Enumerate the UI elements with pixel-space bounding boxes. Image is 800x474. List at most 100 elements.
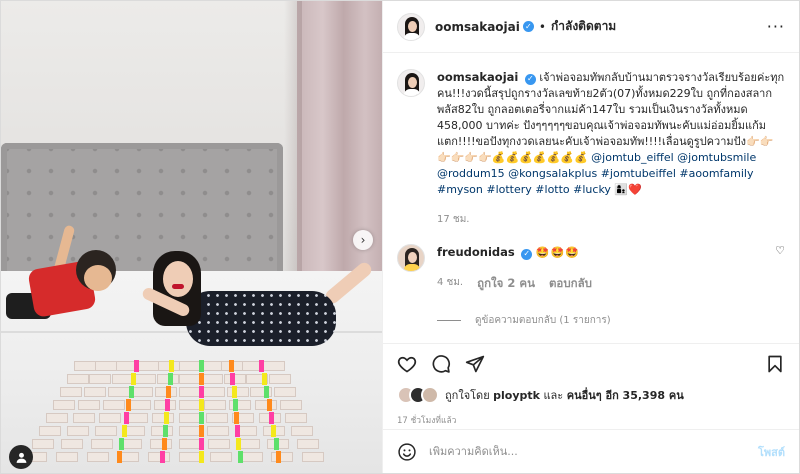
lottery-ticket — [39, 426, 61, 436]
lottery-ticket — [240, 452, 263, 462]
lottery-ticket — [263, 361, 285, 371]
tagged-users-button[interactable] — [9, 445, 33, 469]
lottery-ticket — [55, 452, 78, 462]
lottery-ticket — [274, 387, 297, 397]
lottery-ticket — [268, 374, 291, 384]
comment-text: 🤩🤩🤩 — [535, 246, 580, 259]
photo-boy — [1, 224, 121, 335]
reply-button[interactable]: ตอบกลับ — [549, 275, 592, 291]
add-comment-bar: โพสต์ — [383, 429, 799, 473]
follow-status-button[interactable]: กำลังติดตาม — [551, 17, 616, 36]
view-replies-button[interactable]: ดูข้อความตอบกลับ (1 รายการ) — [437, 313, 785, 328]
ticket-marker — [271, 425, 277, 437]
emoji-smiley-icon[interactable] — [397, 442, 417, 462]
lottery-ticket — [74, 361, 96, 371]
lottery-ticket — [202, 387, 225, 397]
lottery-ticket — [179, 413, 201, 423]
lottery-ticket — [285, 413, 308, 423]
ticket-marker — [133, 360, 139, 372]
post-photo[interactable]: › — [1, 1, 382, 473]
instagram-post-modal: › oomsakaojai ✓ • กำลังติดตาม ··· oomsak… — [0, 0, 800, 474]
view-replies-label: ดูข้อความตอบกลับ (1 รายการ) — [475, 315, 611, 326]
ticket-marker — [167, 373, 173, 385]
ticket-marker — [234, 412, 239, 424]
comment-bubble-icon[interactable] — [431, 354, 451, 374]
comment-username[interactable]: freudonidas — [437, 245, 515, 259]
ticket-marker — [199, 360, 204, 372]
user-tag-icon — [16, 452, 26, 463]
photo-lottery-tickets — [25, 360, 339, 473]
ticket-marker — [264, 386, 270, 398]
ticket-marker — [160, 451, 166, 463]
post-timestamp[interactable]: 17 ชั่วโมงที่แล้ว — [383, 407, 799, 429]
lottery-ticket — [32, 439, 54, 449]
ticket-marker — [121, 425, 127, 437]
lottery-ticket — [125, 413, 148, 423]
lottery-ticket — [46, 413, 68, 423]
comment-likes[interactable]: ถูกใจ 2 คน — [477, 275, 535, 291]
lottery-ticket — [179, 400, 201, 410]
liker-avatar[interactable] — [421, 386, 439, 404]
lottery-ticket — [103, 400, 126, 410]
lottery-ticket — [137, 361, 159, 371]
lottery-ticket — [302, 452, 325, 462]
ticket-marker — [230, 373, 236, 385]
heart-outline-icon[interactable]: ♡ — [775, 244, 785, 257]
caption-time[interactable]: 17 ชม. — [437, 212, 469, 228]
ticket-marker — [232, 399, 238, 411]
verified-badge-icon: ✓ — [522, 21, 534, 32]
lottery-ticket — [279, 400, 302, 410]
lottery-ticket — [134, 374, 157, 384]
lottery-ticket — [131, 387, 154, 397]
avatar[interactable] — [397, 244, 425, 272]
share-paper-plane-icon[interactable] — [465, 354, 485, 374]
verified-badge-icon: ✓ — [524, 73, 536, 85]
ticket-marker — [236, 438, 242, 450]
photo-woman — [140, 246, 381, 361]
comments-list: oomsakaojai ✓ เจ้าพ่อจอมทัพกลับบ้านมาตรว… — [383, 53, 799, 343]
ticket-marker — [166, 386, 172, 398]
lottery-ticket — [179, 374, 201, 384]
lottery-ticket — [271, 452, 294, 462]
ticket-marker — [261, 373, 267, 385]
ticket-marker — [235, 425, 241, 437]
avatar[interactable] — [397, 69, 425, 97]
caption-username[interactable]: oomsakaojai — [437, 70, 518, 84]
lottery-ticket — [179, 439, 201, 449]
lottery-ticket — [83, 387, 106, 397]
comment-time[interactable]: 4 ชม. — [437, 275, 463, 291]
verified-badge-icon: ✓ — [521, 248, 533, 260]
ticket-marker — [161, 438, 167, 450]
lottery-ticket — [207, 426, 229, 436]
ticket-marker — [266, 399, 272, 411]
liked-by-user[interactable]: ployptk — [493, 389, 540, 402]
liked-by-others[interactable]: คนอื่นๆ อีก 35,398 คน — [567, 389, 684, 402]
lottery-ticket — [208, 439, 231, 449]
next-photo-button[interactable]: › — [353, 230, 373, 250]
ticket-marker — [162, 425, 168, 437]
lottery-ticket — [78, 400, 101, 410]
lottery-ticket — [254, 400, 277, 410]
ticket-marker — [199, 425, 204, 437]
bookmark-icon[interactable] — [765, 354, 785, 374]
ticket-marker — [116, 451, 122, 463]
more-options-icon[interactable]: ··· — [767, 17, 785, 36]
avatar[interactable] — [397, 12, 425, 41]
lottery-ticket — [72, 413, 95, 423]
lottery-ticket — [67, 426, 89, 436]
liked-by-prefix: ถูกใจโดย — [445, 389, 490, 402]
lottery-ticket — [148, 452, 171, 462]
post-comment-button[interactable]: โพสต์ — [758, 443, 785, 461]
ticket-marker — [273, 438, 279, 450]
lottery-ticket — [149, 439, 172, 449]
ticket-marker — [231, 386, 237, 398]
ticket-marker — [131, 373, 137, 385]
header-username[interactable]: oomsakaojai — [435, 20, 520, 34]
ticket-marker — [199, 438, 204, 450]
lottery-ticket — [90, 439, 113, 449]
post-actions — [383, 343, 799, 383]
comment-input[interactable] — [429, 445, 758, 458]
lottery-ticket — [53, 400, 75, 410]
like-heart-icon[interactable] — [397, 354, 417, 374]
lottery-ticket — [67, 374, 89, 384]
